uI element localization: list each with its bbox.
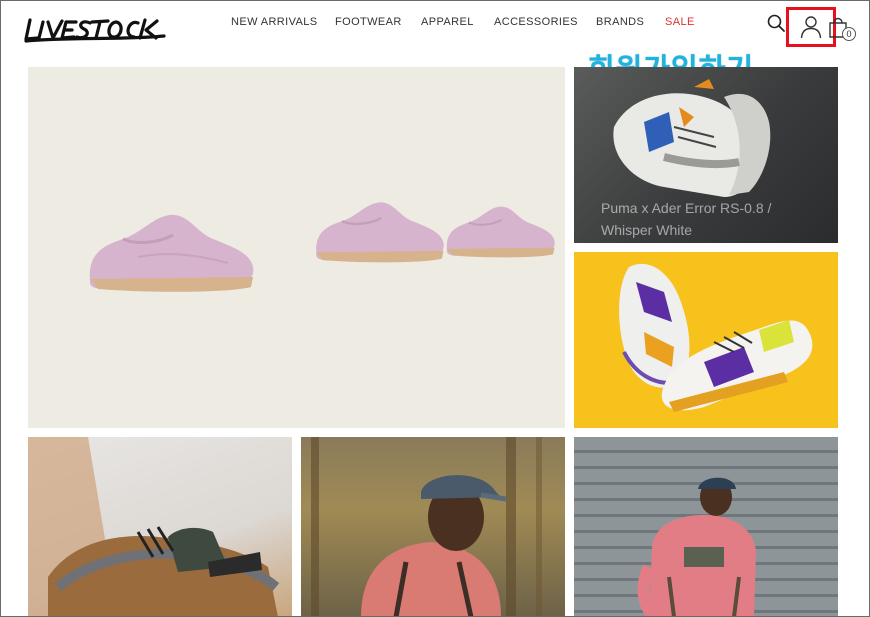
nav-accessories[interactable]: ACCESSORIES — [494, 16, 578, 28]
lifestyle-tile-pink-hoodie-man[interactable] — [301, 437, 565, 617]
puma-rs-sneakers-image — [619, 263, 813, 412]
man-against-siding-image — [637, 477, 756, 617]
user-icon — [800, 16, 822, 39]
nav-brands[interactable]: BRANDS — [596, 16, 644, 28]
search-icon — [767, 14, 785, 32]
affix-sneaker-image — [28, 437, 280, 617]
nav-footwear[interactable]: FOOTWEAR — [335, 16, 402, 28]
product-tile-puma-ader[interactable]: Puma x Ader Error RS-0.8 / Whisper White — [574, 67, 838, 243]
cart-button[interactable]: 0 — [828, 15, 858, 43]
main-nav: NEW ARRIVALS FOOTWEAR APPAREL ACCESSORIE… — [0, 16, 870, 32]
hero-banner[interactable] — [28, 67, 565, 428]
sneaker-medium — [316, 202, 444, 263]
cart-count-badge: 0 — [842, 27, 856, 41]
product-tile-puma-rs[interactable] — [574, 252, 838, 428]
nav-new-arrivals[interactable]: NEW ARRIVALS — [231, 16, 318, 28]
sneaker-large — [89, 214, 254, 292]
sneaker-small — [446, 206, 555, 258]
nav-sale[interactable]: SALE — [665, 16, 695, 28]
man-in-pink-hoodie-image — [311, 437, 542, 617]
search-button[interactable] — [766, 13, 786, 33]
pink-sneakers-image — [89, 202, 555, 292]
product-caption: Puma x Ader Error RS-0.8 / Whisper White — [601, 200, 772, 238]
product-tile-affix-sneaker[interactable] — [28, 437, 292, 617]
nav-apparel[interactable]: APPAREL — [421, 16, 474, 28]
lifestyle-tile-pink-hoodie-wall[interactable] — [574, 437, 838, 617]
